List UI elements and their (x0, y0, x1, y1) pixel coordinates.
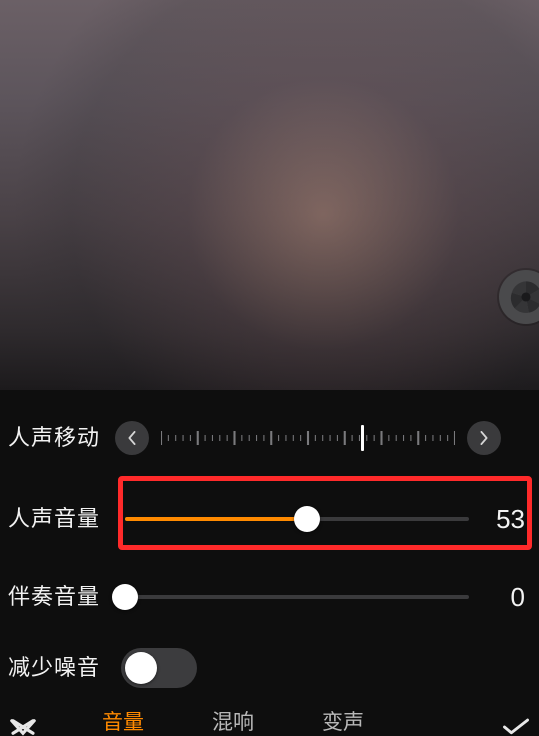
ruler-ticks (161, 423, 455, 453)
accomp-volume-label: 伴奏音量 (0, 586, 115, 608)
voice-shift-ruler[interactable] (161, 423, 455, 453)
noise-reduce-label: 减少噪音 (0, 657, 115, 679)
noise-reduce-toggle[interactable] (121, 648, 197, 688)
audio-controls-panel: 人声移动 人声音量 (0, 390, 539, 736)
tab-reverb[interactable]: 混响 (178, 706, 288, 736)
voice-shift-next-button[interactable] (467, 421, 501, 455)
accomp-volume-slider[interactable]: 0 (115, 577, 539, 617)
video-preview (0, 0, 539, 390)
confirm-button[interactable] (471, 718, 539, 736)
bottom-tab-bar: 音量 混响 变声 (0, 704, 539, 736)
chevron-left-icon (125, 431, 139, 445)
voice-shift-row: 人声移动 (0, 408, 539, 468)
check-icon (501, 718, 531, 736)
close-button[interactable] (0, 718, 68, 736)
noise-reduce-row: 减少噪音 (0, 638, 539, 698)
slider-track (125, 595, 469, 599)
aperture-icon (509, 280, 539, 314)
close-x-icon (8, 718, 38, 736)
voice-shift-label: 人声移动 (0, 427, 115, 449)
voice-volume-row: 人声音量 53 (0, 484, 539, 554)
tab-voice-change[interactable]: 变声 (288, 706, 398, 736)
slider-thumb[interactable] (112, 584, 138, 610)
voice-shift-cursor[interactable] (361, 425, 364, 451)
chevron-right-icon (477, 431, 491, 445)
tab-volume[interactable]: 音量 (68, 706, 178, 736)
slider-thumb[interactable] (294, 506, 320, 532)
toggle-knob (125, 652, 157, 684)
camera-shutter-button[interactable] (499, 270, 539, 324)
voice-shift-prev-button[interactable] (115, 421, 149, 455)
accomp-volume-row: 伴奏音量 0 (0, 562, 539, 632)
slider-fill (125, 517, 307, 521)
accomp-volume-value: 0 (511, 582, 525, 613)
voice-volume-slider[interactable]: 53 (115, 499, 539, 539)
voice-volume-label: 人声音量 (0, 508, 115, 530)
voice-volume-value: 53 (496, 504, 525, 535)
